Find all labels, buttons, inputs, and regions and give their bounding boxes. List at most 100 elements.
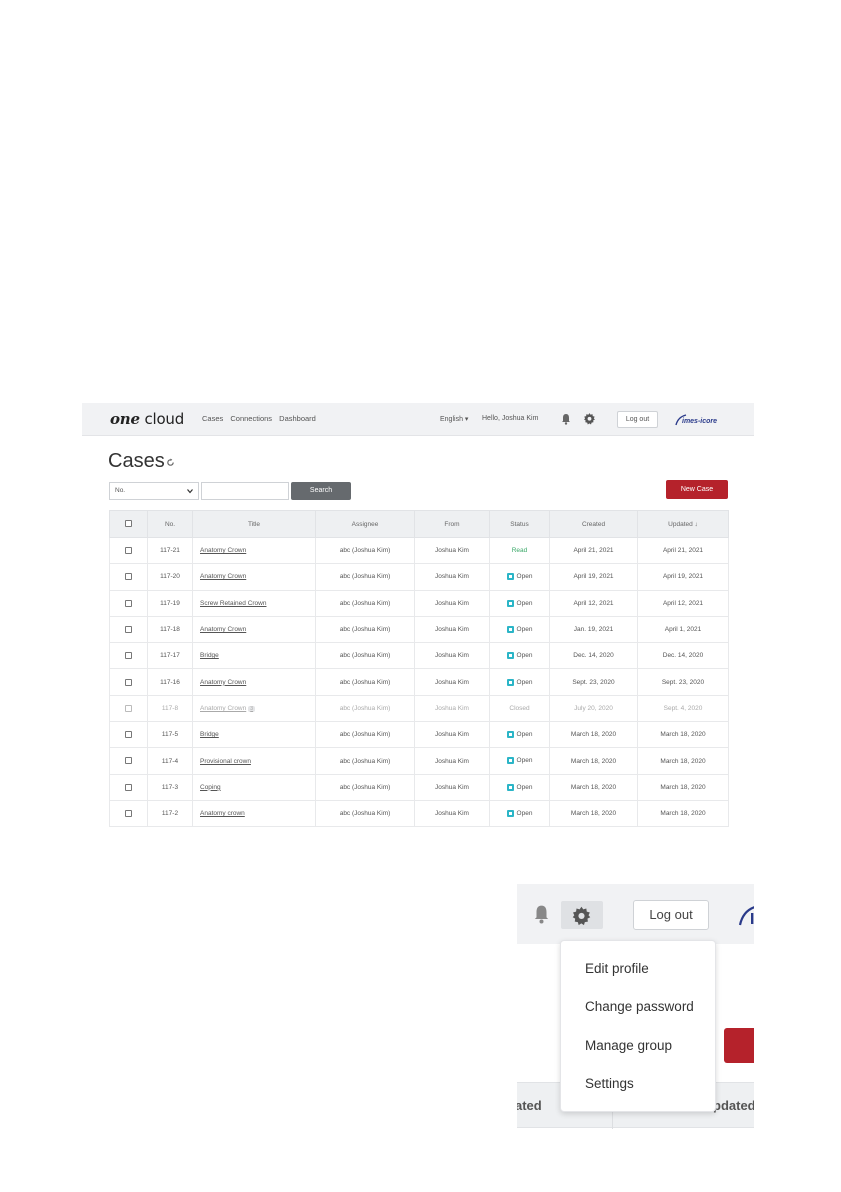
column-header-updated-partial: pdated ↓ [713,1098,754,1113]
case-title-link[interactable]: Anatomy Crown [200,705,246,712]
case-created: Dec. 14, 2020 [549,642,638,670]
gear-icon[interactable] [571,905,592,926]
row-checkbox[interactable] [125,757,132,765]
search-button[interactable]: Search [291,482,351,500]
case-title-cell: Anatomy Crown [192,536,316,565]
open-status-icon [506,652,514,660]
bell-icon[interactable] [533,904,550,924]
column-header-created-partial: ated [517,1098,542,1113]
column-header-assignee[interactable]: Assignee [315,510,415,538]
case-updated: Sept. 4, 2020 [637,694,729,723]
case-number: 117-19 [147,589,193,617]
case-title-link[interactable]: Anatomy Crown [200,679,246,686]
search-field-select[interactable]: No. [109,482,199,500]
row-select-cell [109,589,148,617]
open-status-icon [506,810,514,817]
case-title-link[interactable]: Anatomy Crown [200,626,246,633]
row-checkbox[interactable] [125,810,132,817]
search-input[interactable] [201,482,289,500]
column-header-created[interactable]: Created [549,510,638,538]
table-row[interactable]: 117-2 Anatomy crown abc (Joshua Kim) Joshua… [109,799,729,827]
case-created: April 12, 2021 [549,589,638,617]
case-status: Open [489,747,550,775]
row-checkbox[interactable] [125,573,132,581]
open-status-icon [506,783,514,791]
case-status: Open [489,589,550,617]
case-title-cell: Bridge [192,642,316,670]
case-status: Open [489,799,550,827]
select-all-checkbox[interactable] [125,520,132,528]
table-row[interactable]: 117-21 Anatomy Crown abc (Joshua Kim) Joshu… [109,536,729,565]
case-title-link[interactable]: Anatomy crown [200,810,245,817]
case-assignee: abc (Joshua Kim) [315,747,415,775]
case-number: 117-8 [147,694,193,723]
refresh-icon[interactable] [166,458,175,467]
row-checkbox[interactable] [125,547,132,555]
case-title-link[interactable]: Bridge [200,652,219,659]
logout-button[interactable]: Log out [617,411,658,428]
column-header-from[interactable]: From [414,510,490,538]
zoom-navbar: Log out [517,884,754,944]
case-assignee: abc (Joshua Kim) [315,536,415,565]
menu-item-settings[interactable]: Settings [585,1076,634,1091]
table-row[interactable]: 117-18 Anatomy Crown abc (Joshua Kim) Joshu… [109,615,729,644]
case-title-link[interactable]: Provisional crown [200,758,251,765]
case-created: April 21, 2021 [549,536,638,565]
language-dropdown[interactable]: English ▾ [440,415,468,423]
new-case-button[interactable] [724,1028,754,1063]
column-header-title[interactable]: Title [192,510,316,538]
case-from: Joshua Kim [414,563,490,591]
case-created: March 18, 2020 [549,747,638,775]
nav-link-connections[interactable]: Connections [230,414,272,423]
row-checkbox[interactable] [125,599,132,607]
nav-link-dashboard[interactable]: Dashboard [279,414,316,423]
table-row[interactable]: 117-20 Anatomy Crown abc (Joshua Kim) Joshu… [109,563,729,591]
new-case-button[interactable]: New Case [666,480,728,499]
case-title-link[interactable]: Screw Retained Crown [200,600,266,607]
case-title-link[interactable]: Bridge [200,731,219,738]
row-checkbox[interactable] [125,704,132,712]
bell-icon[interactable] [561,413,571,425]
column-header-status[interactable]: Status [489,510,550,538]
svg-text:imes-icore: imes-icore [682,418,717,425]
nav-link-cases[interactable]: Cases [202,414,223,423]
table-row[interactable]: 117-17 Bridge abc (Joshua Kim) Joshua Kim Op… [109,642,729,670]
case-title-link[interactable]: Anatomy Crown [200,547,246,554]
case-updated: March 18, 2020 [637,747,729,775]
row-checkbox[interactable] [125,625,132,633]
case-created: March 18, 2020 [549,799,638,827]
row-checkbox[interactable] [125,731,132,739]
table-row[interactable]: 117-19 Screw Retained Crown abc (Joshua Ki… [109,589,729,617]
user-greeting[interactable]: Hello, Joshua Kim [482,415,538,422]
menu-item-manage-group[interactable]: Manage group [585,1038,672,1053]
menu-item-edit-profile[interactable]: Edit profile [585,961,649,976]
case-status: Open [489,721,550,749]
table-row[interactable]: 117-16 Anatomy Crown abc (Joshua Kim) Joshu… [109,668,729,696]
column-header-updated[interactable]: Updated ↓ [637,510,729,538]
table-row[interactable]: 117-8 Anatomy Crown 3 abc (Joshua Kim) Joshu… [109,694,729,723]
open-status-icon [506,731,514,739]
gear-icon[interactable] [583,412,596,425]
case-title-cell: Bridge [192,721,316,749]
table-row[interactable]: 117-4 Provisional crown abc (Joshua Kim) Jo… [109,747,729,775]
row-checkbox[interactable] [125,678,132,686]
column-header-no[interactable]: No. [147,510,193,538]
table-header-row: No. Title Assignee From Status Created U… [109,510,729,538]
select-all-header [109,510,148,538]
table-row[interactable]: 117-3 Coping abc (Joshua Kim) Joshua Kim Ope… [109,773,729,801]
open-status-icon [506,625,514,633]
case-from: Joshua Kim [414,773,490,801]
table-row[interactable]: 117-5 Bridge abc (Joshua Kim) Joshua Kim Ope… [109,721,729,749]
case-title-cell: Anatomy crown [192,799,316,827]
row-checkbox[interactable] [125,783,132,791]
onecloud-logo[interactable]: one cloud [110,410,184,428]
case-created: March 18, 2020 [549,773,638,801]
page-title: Cases [108,450,165,472]
menu-item-change-password[interactable]: Change password [585,999,694,1014]
row-checkbox[interactable] [125,652,132,660]
case-title-link[interactable]: Anatomy Crown [200,573,246,580]
cases-app-screenshot: one cloud Cases Connections Dashboard En… [82,403,754,827]
logout-button[interactable]: Log out [633,900,709,930]
case-title-link[interactable]: Coping [200,784,221,791]
case-updated: Sept. 23, 2020 [637,668,729,696]
